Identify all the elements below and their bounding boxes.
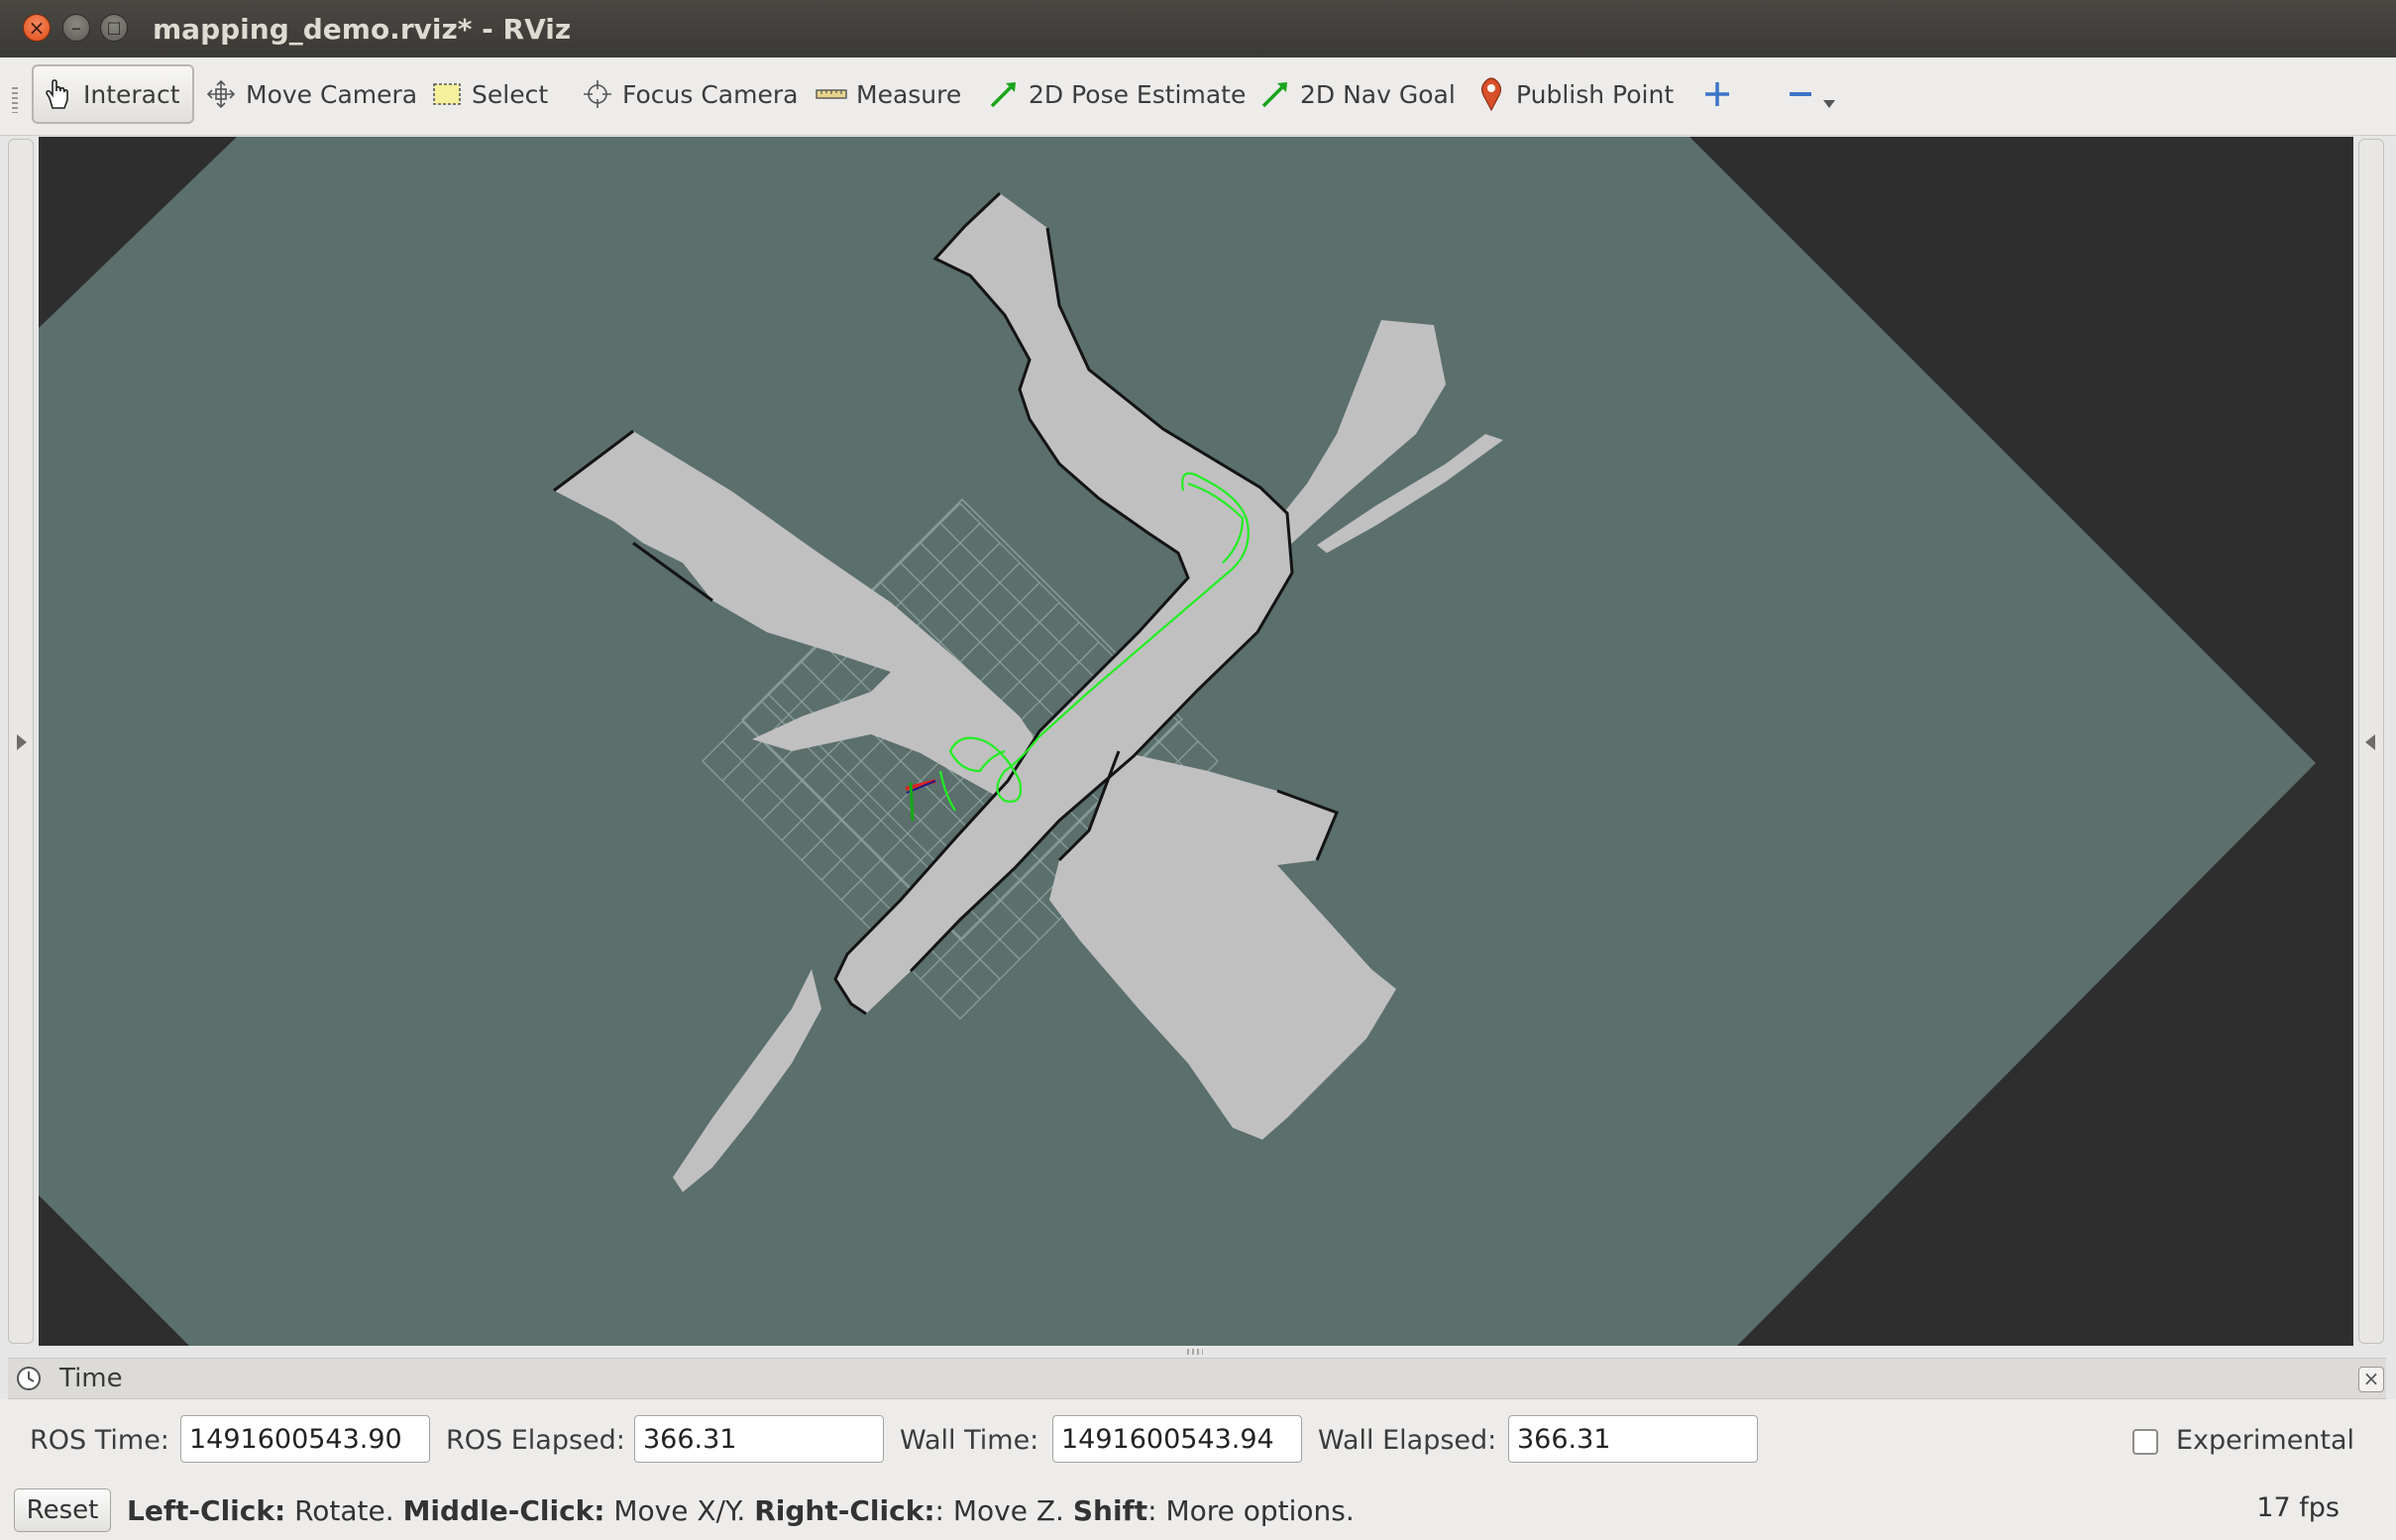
minus-icon — [1784, 77, 1817, 111]
maximize-window-button[interactable]: □ — [100, 14, 128, 42]
time-panel-title: Time — [59, 1364, 123, 1393]
tool-label: Measure — [856, 79, 962, 109]
wall-time-field[interactable]: 1491600543.94 — [1052, 1415, 1302, 1463]
hint-rotate: Rotate. — [285, 1494, 403, 1527]
toolbar-grip[interactable] — [12, 87, 18, 113]
title-bar: × – □ mapping_demo.rviz* - RViz — [0, 0, 2396, 57]
tool-label: 2D Pose Estimate — [1029, 79, 1247, 109]
minimize-window-button[interactable]: – — [62, 14, 90, 42]
tool-move-camera[interactable]: Move Camera — [204, 64, 417, 124]
green-arrow-icon — [1258, 77, 1292, 111]
ruler-icon — [815, 77, 848, 111]
hint-left-click: Left-Click: — [127, 1494, 286, 1527]
expand-arrow-icon — [2365, 734, 2375, 750]
close-panel-button[interactable]: × — [2358, 1367, 2384, 1392]
close-icon: × — [2362, 1367, 2380, 1390]
map-canvas — [39, 137, 2353, 1346]
fps-counter: 17 fps — [2256, 1492, 2340, 1523]
time-panel-header: Time × — [8, 1358, 2386, 1399]
minimize-icon: – — [71, 16, 81, 40]
clock-icon — [17, 1367, 41, 1390]
select-box-icon — [430, 77, 464, 111]
hint-shift: Shift — [1072, 1494, 1148, 1527]
wall-elapsed-label: Wall Elapsed: — [1318, 1425, 1497, 1456]
crosshair-icon — [581, 77, 614, 111]
tool-2d-pose-estimate[interactable]: 2D Pose Estimate — [987, 64, 1246, 124]
wall-elapsed-field[interactable]: 366.31 — [1508, 1415, 1758, 1463]
expand-arrow-icon — [17, 734, 27, 750]
tool-label: Select — [472, 79, 549, 109]
experimental-checkbox[interactable] — [2132, 1429, 2158, 1455]
ros-elapsed-label: ROS Elapsed: — [446, 1425, 625, 1456]
add-tool-button[interactable] — [1700, 64, 1742, 124]
map-pin-icon — [1474, 77, 1508, 111]
hint-more: : More options. — [1147, 1494, 1355, 1527]
hint-move-z: : Move Z. — [934, 1494, 1073, 1527]
close-icon: × — [28, 16, 46, 40]
hint-right-click: Right-Click: — [754, 1494, 935, 1527]
left-dock-collapse-handle[interactable] — [8, 139, 34, 1344]
ros-time-label: ROS Time: — [30, 1425, 169, 1456]
ros-time-field[interactable]: 1491600543.90 — [180, 1415, 430, 1463]
tools-toolbar: Interact Move Camera Select Focus Camera… — [0, 57, 2396, 136]
window-title: mapping_demo.rviz* - RViz — [153, 13, 572, 46]
tool-focus-camera[interactable]: Focus Camera — [581, 64, 798, 124]
tool-label: Focus Camera — [622, 79, 799, 109]
experimental-label: Experimental — [2176, 1425, 2355, 1456]
tool-interact[interactable]: Interact — [32, 64, 194, 124]
tool-label: 2D Nav Goal — [1300, 79, 1456, 109]
tool-measure[interactable]: Measure — [815, 64, 961, 124]
status-hint: Left-Click: Rotate. Middle-Click: Move X… — [127, 1494, 1355, 1527]
ros-elapsed-field[interactable]: 366.31 — [634, 1415, 884, 1463]
plus-icon — [1700, 77, 1734, 111]
tool-label: Move Camera — [246, 79, 418, 109]
hint-move-xy: Move X/Y. — [604, 1494, 755, 1527]
tool-publish-point[interactable]: Publish Point — [1474, 64, 1674, 124]
move-camera-icon — [204, 77, 238, 111]
tool-label: Interact — [83, 79, 180, 109]
status-bar: Reset Left-Click: Rotate. Middle-Click: … — [0, 1481, 2396, 1540]
splitter-grip — [1187, 1349, 1203, 1355]
right-dock-collapse-handle[interactable] — [2358, 139, 2384, 1344]
wall-time-label: Wall Time: — [900, 1425, 1039, 1456]
chevron-down-icon[interactable] — [1821, 87, 1837, 116]
close-window-button[interactable]: × — [23, 14, 51, 42]
hand-icon — [42, 77, 75, 111]
maximize-icon: □ — [106, 18, 122, 37]
tool-select[interactable]: Select — [430, 64, 548, 124]
remove-tool-button[interactable] — [1784, 64, 1837, 124]
tool-2d-nav-goal[interactable]: 2D Nav Goal — [1258, 64, 1456, 124]
green-arrow-icon — [987, 77, 1021, 111]
3d-render-viewport[interactable] — [39, 137, 2353, 1346]
panel-splitter[interactable] — [0, 1346, 2396, 1358]
time-panel: ROS Time: 1491600543.90 ROS Elapsed: 366… — [0, 1399, 2396, 1481]
reset-button[interactable]: Reset — [14, 1488, 111, 1532]
hint-middle-click: Middle-Click: — [402, 1494, 605, 1527]
tool-label: Publish Point — [1516, 79, 1675, 109]
